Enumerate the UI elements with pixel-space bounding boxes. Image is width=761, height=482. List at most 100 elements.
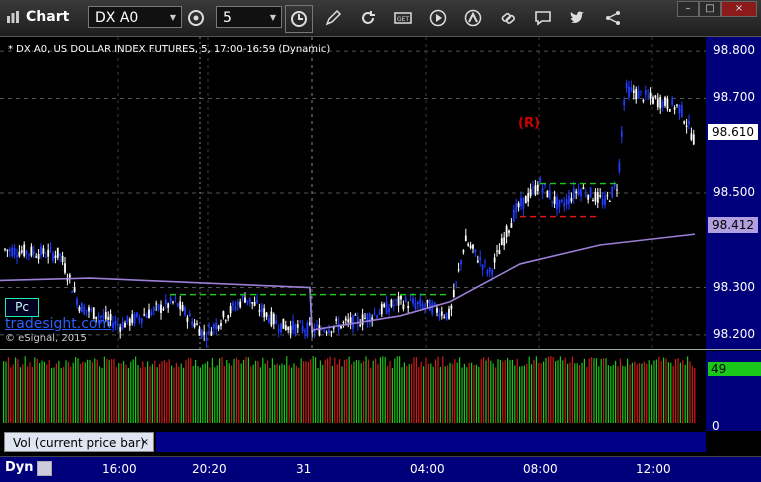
volume-bar bbox=[564, 357, 566, 423]
alert-button[interactable] bbox=[460, 5, 486, 31]
symbol-select[interactable]: DX A0 ▼ bbox=[88, 6, 182, 28]
candle-body bbox=[582, 187, 585, 189]
volume-bar bbox=[149, 366, 151, 423]
volume-bar bbox=[667, 362, 669, 423]
pane-divider[interactable] bbox=[0, 349, 761, 350]
candle-body bbox=[604, 196, 606, 205]
volume-bar bbox=[375, 358, 377, 423]
volume-bar bbox=[223, 366, 225, 423]
candle-body bbox=[239, 301, 242, 308]
volume-bar bbox=[17, 359, 19, 423]
volume-bar bbox=[519, 366, 521, 423]
volume-bar bbox=[228, 363, 230, 423]
draw-button[interactable] bbox=[320, 5, 346, 31]
pc-button[interactable]: Pc bbox=[5, 298, 39, 317]
volume-bar bbox=[63, 366, 65, 423]
candle-body bbox=[455, 281, 458, 283]
toolbar: Chart DX A0 ▼ 5 ▼ GET – □ × bbox=[0, 0, 761, 37]
volume-bar bbox=[58, 360, 60, 423]
candle-body bbox=[616, 189, 618, 191]
chevron-down-icon[interactable]: ▼ bbox=[270, 7, 276, 29]
time-axis[interactable]: Dyn 16:00 20:20 31 04:00 08:00 12:00 bbox=[0, 456, 761, 482]
cycle-button[interactable] bbox=[183, 5, 209, 31]
candle-body bbox=[80, 303, 83, 313]
chat-button[interactable] bbox=[530, 5, 556, 31]
volume-bar bbox=[29, 362, 31, 423]
volume-bar bbox=[341, 366, 343, 423]
candle-body bbox=[56, 247, 59, 258]
volume-bar bbox=[336, 364, 338, 423]
candle-body bbox=[210, 331, 213, 336]
candle-body bbox=[52, 253, 54, 261]
candle-body bbox=[556, 197, 558, 210]
candle-body bbox=[234, 306, 237, 310]
candle-body bbox=[385, 301, 388, 314]
share-button[interactable] bbox=[600, 5, 626, 31]
lock-icon[interactable] bbox=[37, 461, 52, 476]
candle-body bbox=[8, 248, 11, 252]
volume-bar bbox=[591, 357, 593, 423]
candle-body bbox=[200, 329, 203, 337]
volume-bar bbox=[502, 361, 504, 423]
volume-bar bbox=[89, 359, 91, 423]
volume-bar bbox=[641, 363, 643, 423]
volume-bar bbox=[533, 360, 535, 423]
candle-body bbox=[428, 299, 431, 311]
volume-bar bbox=[389, 360, 391, 423]
volume-bar bbox=[53, 367, 55, 423]
volume-bar bbox=[370, 367, 372, 423]
volume-bar bbox=[24, 356, 26, 423]
close-icon[interactable]: × bbox=[141, 433, 149, 453]
volume-chart[interactable] bbox=[0, 351, 706, 431]
volume-bar bbox=[67, 361, 69, 423]
price-axis[interactable]: 98.800 98.700 98.500 98.300 98.200 bbox=[706, 37, 761, 349]
volume-bar bbox=[267, 360, 269, 423]
minimize-button[interactable]: – bbox=[677, 1, 699, 17]
maximize-button[interactable]: □ bbox=[699, 1, 721, 17]
close-button[interactable]: × bbox=[721, 1, 757, 17]
volume-bar bbox=[106, 358, 108, 423]
volume-bar bbox=[307, 361, 309, 423]
volume-bar bbox=[214, 367, 216, 423]
volume-bar bbox=[130, 361, 132, 423]
volume-bar bbox=[557, 360, 559, 423]
volume-bar bbox=[514, 365, 516, 423]
candle-body bbox=[664, 97, 666, 106]
volume-bar bbox=[91, 362, 93, 423]
candle-body bbox=[606, 195, 609, 197]
dynamic-mode-label[interactable]: Dyn bbox=[5, 460, 34, 475]
candle-body bbox=[294, 324, 297, 335]
link-button[interactable] bbox=[495, 5, 521, 31]
candle-body bbox=[486, 270, 489, 274]
time-button[interactable] bbox=[285, 5, 313, 33]
refresh-button[interactable] bbox=[355, 5, 381, 31]
volume-bar bbox=[12, 364, 14, 423]
volume-bar bbox=[127, 367, 129, 423]
play-button[interactable] bbox=[425, 5, 451, 31]
get-button[interactable]: GET bbox=[390, 5, 416, 31]
volume-bar bbox=[15, 357, 17, 423]
volume-bar bbox=[473, 365, 475, 423]
candle-body bbox=[253, 301, 256, 306]
interval-select[interactable]: 5 ▼ bbox=[216, 6, 282, 28]
volume-bar bbox=[631, 362, 633, 423]
candle-body bbox=[505, 225, 508, 237]
volume-bar bbox=[243, 359, 245, 423]
volume-bar bbox=[202, 364, 204, 423]
price-chart[interactable] bbox=[0, 37, 706, 349]
candle-body bbox=[131, 314, 134, 323]
candle-body bbox=[121, 321, 124, 330]
candle-body bbox=[169, 297, 172, 303]
volume-bar bbox=[159, 363, 161, 423]
y-tick-label: 98.700 bbox=[713, 90, 755, 105]
volume-legend[interactable]: Vol (current price bar) × bbox=[4, 432, 154, 452]
copyright: © eSignal, 2015 bbox=[5, 333, 87, 344]
candle-body bbox=[143, 314, 146, 316]
refresh-icon bbox=[362, 11, 375, 24]
twitter-button[interactable] bbox=[565, 5, 591, 31]
volume-bar bbox=[286, 356, 288, 423]
candle-body bbox=[479, 257, 482, 261]
chevron-down-icon[interactable]: ▼ bbox=[170, 7, 176, 29]
candle-body bbox=[364, 317, 366, 319]
volume-bar bbox=[586, 366, 588, 423]
